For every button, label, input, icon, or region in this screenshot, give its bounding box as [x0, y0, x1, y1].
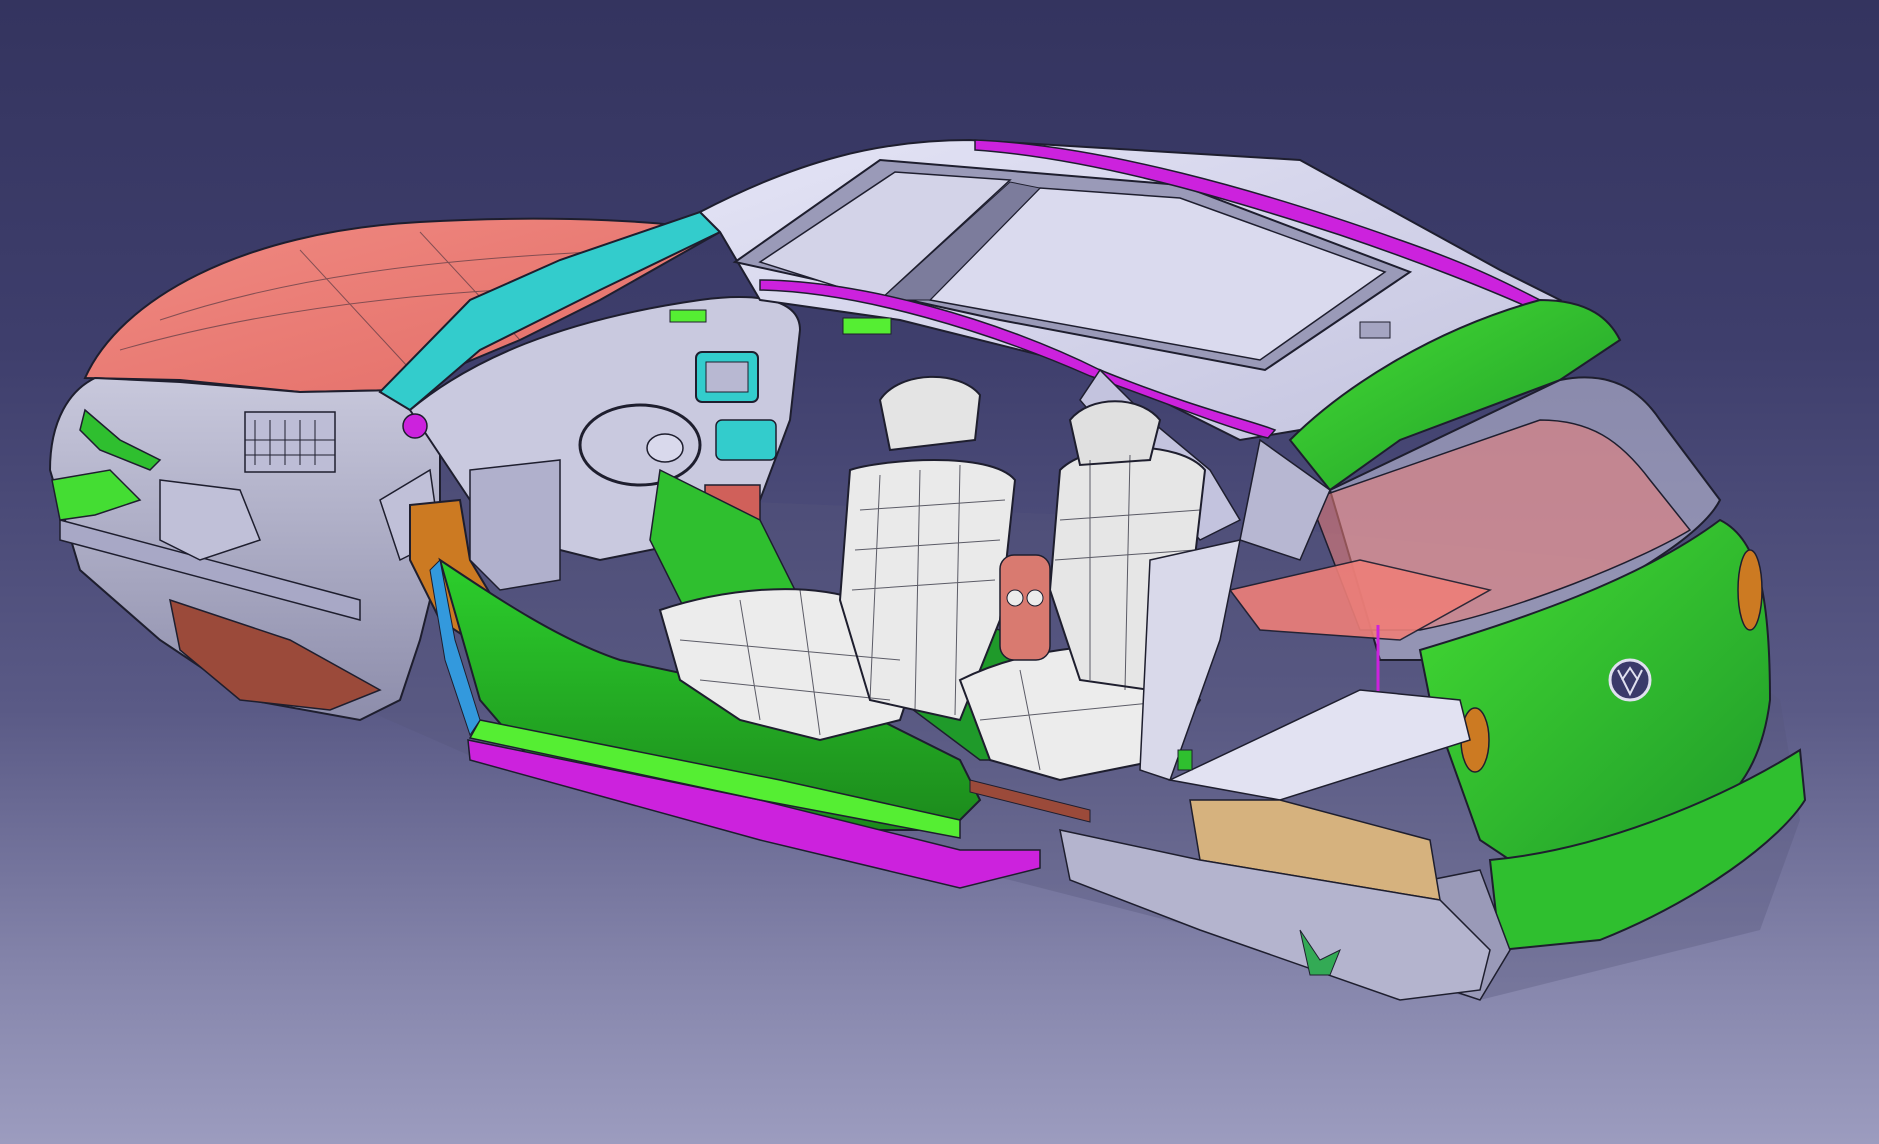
fuse-box	[244, 411, 336, 473]
infotainment-display	[705, 361, 749, 393]
roof-green-clip	[669, 309, 707, 323]
rear-vent-right	[1026, 589, 1044, 607]
taillight-right	[1737, 549, 1763, 631]
rear-vent-left	[1006, 589, 1024, 607]
door-hinge-green	[1177, 749, 1193, 771]
rear-seat-headrest	[1068, 400, 1162, 467]
rear-console	[999, 554, 1051, 661]
steering-column-assembly	[469, 459, 561, 591]
roof-clip-gray	[1359, 321, 1391, 339]
hvac-panel	[715, 419, 777, 461]
roof-green-clip-front	[842, 317, 892, 335]
steering-wheel-hub	[646, 433, 684, 463]
car-body-cutaway-model[interactable]	[0, 0, 1879, 1144]
front-seat-headrest	[878, 375, 982, 452]
dash-speaker	[402, 413, 428, 439]
3d-viewport[interactable]	[0, 0, 1879, 1144]
